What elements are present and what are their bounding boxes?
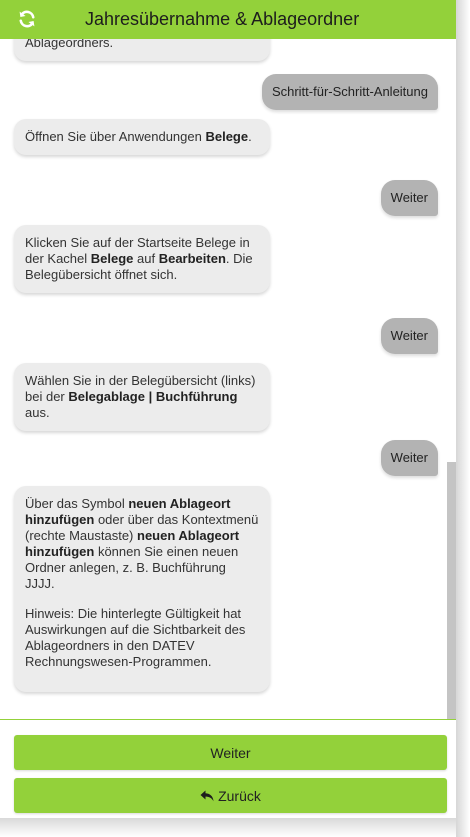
chat-scrollbar[interactable] — [447, 462, 456, 719]
bot-message: Ablageordners. — [14, 39, 270, 61]
window-shadow-bottom — [0, 818, 456, 837]
next-button-label: Weiter — [210, 744, 251, 761]
message-text: auf — [133, 251, 159, 266]
back-button-label: Zurück — [218, 787, 261, 804]
footer-actions: Weiter Zurück — [0, 719, 456, 818]
refresh-icon[interactable] — [17, 8, 37, 30]
user-reply-button[interactable]: Weiter — [380, 180, 438, 216]
message-text: aus. — [25, 405, 50, 420]
back-button[interactable]: Zurück — [14, 778, 447, 813]
reply-arrow-icon — [200, 790, 214, 801]
message-text: Über das Symbol — [25, 496, 129, 511]
chat-conversation: Ablageordners. Schritt-für-Schritt-Anlei… — [6, 39, 456, 719]
bot-message: Wählen Sie in der Belegübersicht (links)… — [14, 363, 270, 431]
chatbot-window: Jahresübernahme & Ablageordner Ablageord… — [0, 0, 470, 837]
message-text: . — [248, 129, 252, 144]
message-bold-text: Belege — [90, 251, 134, 266]
window-title: Jahresübernahme & Ablageordner — [85, 9, 360, 29]
message-text: Hinweis: Die hinterlegte Gültigkeit hat … — [25, 606, 246, 669]
message-bold-text: Bearbeiten — [158, 251, 226, 266]
next-button[interactable]: Weiter — [14, 735, 447, 770]
message-bold-text: Belege — [205, 129, 249, 144]
bot-message: Klicken Sie auf der Startseite Belege in… — [14, 225, 270, 293]
window-shadow-right — [456, 0, 470, 837]
user-reply-button[interactable]: Weiter — [380, 440, 438, 476]
user-reply-button[interactable]: Schritt-für-Schritt-Anleitung — [261, 74, 438, 110]
message-text: Öffnen Sie über Anwendungen — [25, 129, 206, 144]
message-text: Ablageordners. — [25, 39, 114, 50]
bot-message: Über das Symbol neuen Ablageort hinzufüg… — [14, 486, 270, 692]
header-bar: Jahresübernahme & Ablageordner — [0, 0, 456, 39]
bot-message: Öffnen Sie über Anwendungen Belege. — [14, 119, 270, 155]
user-reply-button[interactable]: Weiter — [380, 318, 438, 354]
message-bold-text: Belegablage | Buchführung — [68, 389, 238, 404]
